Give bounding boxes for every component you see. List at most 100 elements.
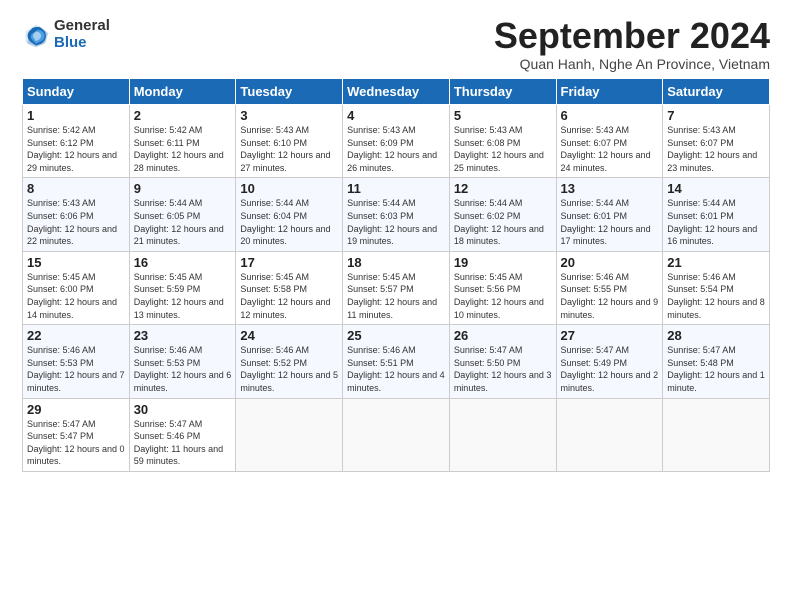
day-info: Sunrise: 5:46 AMSunset: 5:51 PMDaylight:…	[347, 345, 445, 393]
day-number: 29	[27, 402, 125, 417]
calendar-cell: 23 Sunrise: 5:46 AMSunset: 5:53 PMDaylig…	[129, 325, 236, 398]
day-number: 17	[240, 255, 338, 270]
day-number: 19	[454, 255, 552, 270]
day-number: 27	[561, 328, 659, 343]
day-info: Sunrise: 5:43 AMSunset: 6:07 PMDaylight:…	[667, 125, 757, 173]
day-info: Sunrise: 5:45 AMSunset: 5:57 PMDaylight:…	[347, 272, 437, 320]
day-number: 20	[561, 255, 659, 270]
day-number: 14	[667, 181, 765, 196]
day-info: Sunrise: 5:45 AMSunset: 5:59 PMDaylight:…	[134, 272, 224, 320]
calendar-cell: 19 Sunrise: 5:45 AMSunset: 5:56 PMDaylig…	[449, 251, 556, 324]
calendar-cell: 4 Sunrise: 5:43 AMSunset: 6:09 PMDayligh…	[343, 105, 450, 178]
day-info: Sunrise: 5:44 AMSunset: 6:01 PMDaylight:…	[561, 198, 651, 246]
day-info: Sunrise: 5:42 AMSunset: 6:11 PMDaylight:…	[134, 125, 224, 173]
calendar-cell: 22 Sunrise: 5:46 AMSunset: 5:53 PMDaylig…	[23, 325, 130, 398]
day-number: 7	[667, 108, 765, 123]
calendar-cell: 29 Sunrise: 5:47 AMSunset: 5:47 PMDaylig…	[23, 398, 130, 471]
day-info: Sunrise: 5:43 AMSunset: 6:09 PMDaylight:…	[347, 125, 437, 173]
calendar-cell: 25 Sunrise: 5:46 AMSunset: 5:51 PMDaylig…	[343, 325, 450, 398]
day-info: Sunrise: 5:47 AMSunset: 5:49 PMDaylight:…	[561, 345, 659, 393]
day-number: 10	[240, 181, 338, 196]
title-section: September 2024 Quan Hanh, Nghe An Provin…	[494, 18, 770, 72]
day-number: 18	[347, 255, 445, 270]
calendar-header-friday: Friday	[556, 79, 663, 105]
calendar-cell: 15 Sunrise: 5:45 AMSunset: 6:00 PMDaylig…	[23, 251, 130, 324]
calendar-cell: 6 Sunrise: 5:43 AMSunset: 6:07 PMDayligh…	[556, 105, 663, 178]
day-info: Sunrise: 5:44 AMSunset: 6:05 PMDaylight:…	[134, 198, 224, 246]
calendar-cell: 24 Sunrise: 5:46 AMSunset: 5:52 PMDaylig…	[236, 325, 343, 398]
day-info: Sunrise: 5:47 AMSunset: 5:48 PMDaylight:…	[667, 345, 765, 393]
calendar-table: SundayMondayTuesdayWednesdayThursdayFrid…	[22, 78, 770, 472]
calendar-header-wednesday: Wednesday	[343, 79, 450, 105]
day-number: 28	[667, 328, 765, 343]
calendar-cell: 21 Sunrise: 5:46 AMSunset: 5:54 PMDaylig…	[663, 251, 770, 324]
day-info: Sunrise: 5:45 AMSunset: 6:00 PMDaylight:…	[27, 272, 117, 320]
day-number: 8	[27, 181, 125, 196]
day-info: Sunrise: 5:44 AMSunset: 6:02 PMDaylight:…	[454, 198, 544, 246]
day-number: 9	[134, 181, 232, 196]
calendar-cell: 11 Sunrise: 5:44 AMSunset: 6:03 PMDaylig…	[343, 178, 450, 251]
day-info: Sunrise: 5:45 AMSunset: 5:58 PMDaylight:…	[240, 272, 330, 320]
day-number: 3	[240, 108, 338, 123]
calendar-header-sunday: Sunday	[23, 79, 130, 105]
calendar-week-4: 22 Sunrise: 5:46 AMSunset: 5:53 PMDaylig…	[23, 325, 770, 398]
day-number: 5	[454, 108, 552, 123]
day-number: 22	[27, 328, 125, 343]
day-info: Sunrise: 5:43 AMSunset: 6:10 PMDaylight:…	[240, 125, 330, 173]
location: Quan Hanh, Nghe An Province, Vietnam	[494, 56, 770, 72]
calendar-cell: 8 Sunrise: 5:43 AMSunset: 6:06 PMDayligh…	[23, 178, 130, 251]
day-info: Sunrise: 5:44 AMSunset: 6:04 PMDaylight:…	[240, 198, 330, 246]
calendar-week-2: 8 Sunrise: 5:43 AMSunset: 6:06 PMDayligh…	[23, 178, 770, 251]
calendar-cell	[449, 398, 556, 471]
day-number: 11	[347, 181, 445, 196]
calendar-cell: 30 Sunrise: 5:47 AMSunset: 5:46 PMDaylig…	[129, 398, 236, 471]
day-number: 15	[27, 255, 125, 270]
calendar-week-3: 15 Sunrise: 5:45 AMSunset: 6:00 PMDaylig…	[23, 251, 770, 324]
calendar-cell: 14 Sunrise: 5:44 AMSunset: 6:01 PMDaylig…	[663, 178, 770, 251]
calendar-cell: 1 Sunrise: 5:42 AMSunset: 6:12 PMDayligh…	[23, 105, 130, 178]
day-number: 26	[454, 328, 552, 343]
day-number: 30	[134, 402, 232, 417]
calendar-cell	[556, 398, 663, 471]
calendar-page: General Blue September 2024 Quan Hanh, N…	[0, 0, 792, 482]
calendar-header-tuesday: Tuesday	[236, 79, 343, 105]
day-info: Sunrise: 5:46 AMSunset: 5:54 PMDaylight:…	[667, 272, 765, 320]
day-number: 2	[134, 108, 232, 123]
calendar-cell: 5 Sunrise: 5:43 AMSunset: 6:08 PMDayligh…	[449, 105, 556, 178]
header: General Blue September 2024 Quan Hanh, N…	[22, 18, 770, 72]
day-number: 12	[454, 181, 552, 196]
day-info: Sunrise: 5:44 AMSunset: 6:01 PMDaylight:…	[667, 198, 757, 246]
day-info: Sunrise: 5:47 AMSunset: 5:46 PMDaylight:…	[134, 419, 223, 467]
calendar-cell	[236, 398, 343, 471]
calendar-cell: 3 Sunrise: 5:43 AMSunset: 6:10 PMDayligh…	[236, 105, 343, 178]
calendar-cell: 10 Sunrise: 5:44 AMSunset: 6:04 PMDaylig…	[236, 178, 343, 251]
month-title: September 2024	[494, 18, 770, 54]
day-info: Sunrise: 5:46 AMSunset: 5:53 PMDaylight:…	[27, 345, 125, 393]
day-info: Sunrise: 5:42 AMSunset: 6:12 PMDaylight:…	[27, 125, 117, 173]
logo-blue-text: Blue	[54, 35, 110, 52]
calendar-cell: 2 Sunrise: 5:42 AMSunset: 6:11 PMDayligh…	[129, 105, 236, 178]
day-info: Sunrise: 5:43 AMSunset: 6:08 PMDaylight:…	[454, 125, 544, 173]
day-info: Sunrise: 5:47 AMSunset: 5:50 PMDaylight:…	[454, 345, 552, 393]
day-info: Sunrise: 5:45 AMSunset: 5:56 PMDaylight:…	[454, 272, 544, 320]
day-number: 25	[347, 328, 445, 343]
calendar-header-thursday: Thursday	[449, 79, 556, 105]
logo-text: General Blue	[54, 18, 110, 51]
day-info: Sunrise: 5:43 AMSunset: 6:06 PMDaylight:…	[27, 198, 117, 246]
day-info: Sunrise: 5:43 AMSunset: 6:07 PMDaylight:…	[561, 125, 651, 173]
calendar-cell: 16 Sunrise: 5:45 AMSunset: 5:59 PMDaylig…	[129, 251, 236, 324]
day-info: Sunrise: 5:46 AMSunset: 5:53 PMDaylight:…	[134, 345, 232, 393]
day-number: 4	[347, 108, 445, 123]
calendar-cell: 13 Sunrise: 5:44 AMSunset: 6:01 PMDaylig…	[556, 178, 663, 251]
day-number: 24	[240, 328, 338, 343]
day-number: 6	[561, 108, 659, 123]
day-info: Sunrise: 5:46 AMSunset: 5:52 PMDaylight:…	[240, 345, 338, 393]
calendar-cell: 18 Sunrise: 5:45 AMSunset: 5:57 PMDaylig…	[343, 251, 450, 324]
calendar-cell: 27 Sunrise: 5:47 AMSunset: 5:49 PMDaylig…	[556, 325, 663, 398]
day-info: Sunrise: 5:46 AMSunset: 5:55 PMDaylight:…	[561, 272, 659, 320]
calendar-week-1: 1 Sunrise: 5:42 AMSunset: 6:12 PMDayligh…	[23, 105, 770, 178]
calendar-cell	[663, 398, 770, 471]
calendar-header-monday: Monday	[129, 79, 236, 105]
calendar-cell: 28 Sunrise: 5:47 AMSunset: 5:48 PMDaylig…	[663, 325, 770, 398]
calendar-cell: 9 Sunrise: 5:44 AMSunset: 6:05 PMDayligh…	[129, 178, 236, 251]
